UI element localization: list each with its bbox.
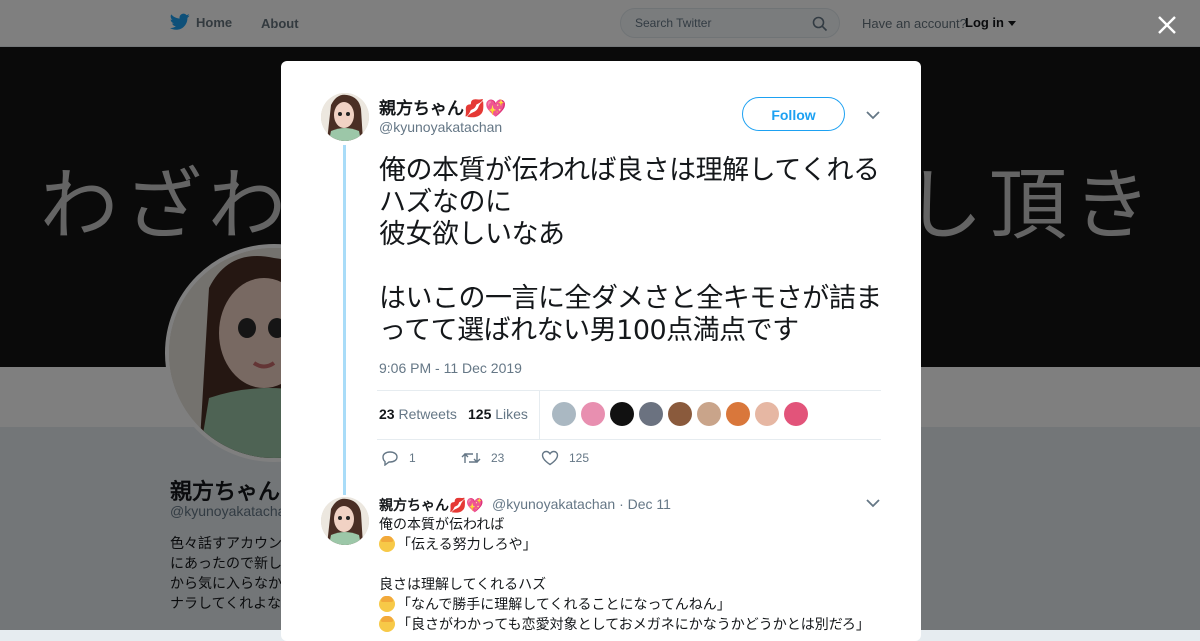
reply-action[interactable]: 1 — [381, 450, 416, 466]
chevron-down-icon[interactable] — [866, 111, 880, 120]
retweet-icon — [461, 453, 481, 463]
tweet-text: 俺の本質が伝われば良さは理解してくれるハズなのに 彼女欲しいなあ はいこの一言に… — [379, 155, 882, 346]
retweet-action[interactable]: 23 — [461, 450, 504, 466]
like-action-count: 125 — [569, 451, 590, 465]
tweet-stats: 23 Retweets 125 Likes — [377, 390, 881, 440]
reply-text: 俺の本質が伝われば 「伝える努力しろや」 良さは理解してくれるハズ 「なんで勝手… — [379, 514, 899, 634]
food-avatar[interactable] — [726, 402, 750, 426]
reply-line: 良さは理解してくれるハズ — [379, 576, 547, 592]
reply-author-avatar[interactable] — [321, 497, 369, 545]
thread-line — [343, 145, 346, 495]
reply-date: · Dec 11 — [619, 496, 671, 512]
retweets-stat[interactable]: 23 Retweets — [379, 406, 457, 422]
brown-avatar[interactable] — [668, 402, 692, 426]
heart-icon — [541, 450, 559, 466]
retweets-label: Retweets — [398, 406, 457, 422]
pink-hair-avatar[interactable] — [581, 402, 605, 426]
stats-divider — [539, 391, 540, 439]
like-action[interactable]: 125 — [541, 450, 589, 466]
reply-author-name[interactable]: 親方ちゃん💋💖 — [379, 495, 484, 515]
reply-line-text: 「伝える努力しろや」 — [397, 536, 537, 552]
reply-author-handle: @kyunoyakatachan — [492, 496, 616, 512]
tweet-timestamp[interactable]: 9:06 PM - 11 Dec 2019 — [379, 360, 522, 376]
reply-meta[interactable]: @kyunoyakatachan · Dec 11 — [492, 496, 671, 512]
anime-avatar[interactable] — [755, 402, 779, 426]
woman-emoji-icon — [379, 596, 395, 612]
author-handle[interactable]: @kyunoyakatachan — [379, 119, 502, 135]
tweet-modal: 親方ちゃん💋💖 @kyunoyakatachan Follow 俺の本質が伝われ… — [281, 61, 921, 641]
retweets-count: 23 — [379, 406, 395, 422]
reply-line: 俺の本質が伝われば — [379, 516, 505, 532]
likes-count: 125 — [468, 406, 492, 422]
liker-avatars — [552, 402, 808, 426]
dark-avatar[interactable] — [610, 402, 634, 426]
default-avatar[interactable] — [552, 402, 576, 426]
reply-line-text: 「なんで勝手に理解してくれることになってんねん」 — [397, 596, 731, 612]
reply-icon — [382, 451, 398, 466]
reply-line: 「なんで勝手に理解してくれることになってんねん」 — [379, 594, 899, 614]
reply-line — [379, 554, 899, 574]
retweet-action-count: 23 — [491, 451, 505, 465]
woman-avatar[interactable] — [697, 402, 721, 426]
close-icon[interactable] — [1156, 14, 1178, 36]
author-name[interactable]: 親方ちゃん💋💖 — [379, 94, 506, 119]
reply-line: 「良さがわかっても恋愛対象としておメガネにかなうかどうかとは別だろ」 — [379, 614, 899, 634]
likes-stat[interactable]: 125 Likes — [468, 406, 528, 422]
mountain-avatar[interactable] — [639, 402, 663, 426]
chevron-down-icon[interactable] — [866, 499, 880, 508]
reply-line: 「伝える努力しろや」 — [379, 534, 899, 554]
reply-count: 1 — [409, 451, 416, 465]
follow-button[interactable]: Follow — [742, 97, 845, 131]
pink-anime-avatar[interactable] — [784, 402, 808, 426]
likes-label: Likes — [495, 406, 528, 422]
woman-emoji-icon — [379, 536, 395, 552]
author-avatar[interactable] — [321, 93, 369, 141]
